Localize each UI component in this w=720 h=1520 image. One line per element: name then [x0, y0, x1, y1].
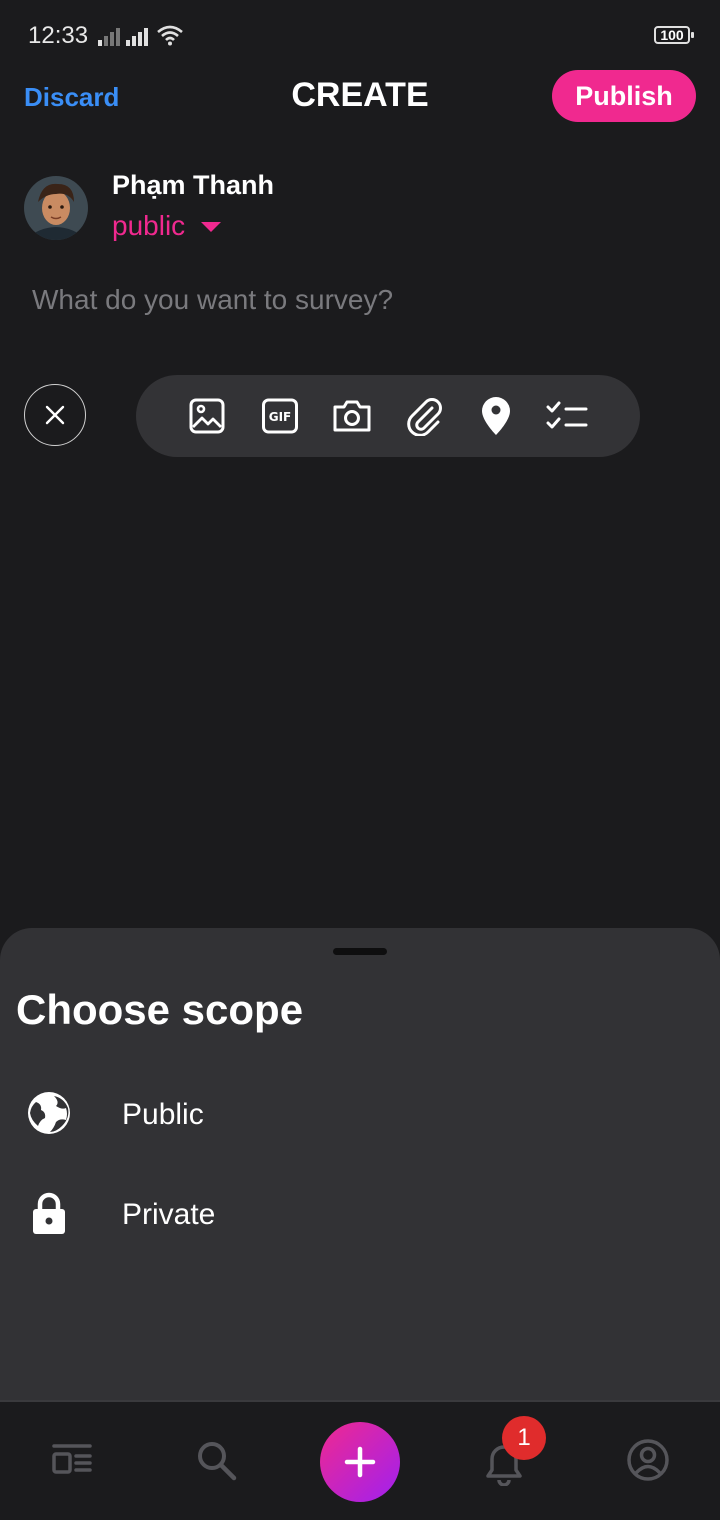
image-button[interactable]	[186, 395, 228, 437]
attachment-button[interactable]	[403, 395, 445, 437]
nav-feed[interactable]	[50, 1438, 94, 1482]
search-icon	[198, 1442, 237, 1481]
gif-icon: GIF	[262, 398, 298, 434]
survey-input[interactable]: What do you want to survey?	[32, 284, 672, 316]
add-icon	[344, 1446, 376, 1478]
sheet-title: Choose scope	[16, 986, 304, 1033]
image-icon	[189, 398, 225, 434]
scope-value: public	[112, 210, 186, 241]
feed-icon	[52, 1444, 92, 1474]
scope-option-public[interactable]: Public	[0, 1066, 720, 1156]
battery-icon: 100	[654, 26, 694, 44]
battery-level: 100	[660, 27, 684, 43]
status-bar: 12:33 100	[0, 0, 720, 72]
scope-option-private[interactable]: Private	[0, 1166, 720, 1256]
cell-signal-icon	[126, 28, 148, 46]
scope-option-label: Private	[122, 1198, 216, 1231]
checklist-icon	[546, 401, 588, 429]
notification-badge: 1	[502, 1416, 546, 1460]
attachment-icon	[407, 398, 442, 436]
globe-icon	[28, 1092, 70, 1134]
scope-dropdown[interactable]: public	[112, 210, 222, 242]
wifi-icon	[157, 25, 183, 46]
attachment-toolbar: GIF	[136, 375, 640, 457]
profile-icon	[627, 1439, 669, 1481]
close-button[interactable]	[24, 384, 86, 446]
close-icon	[45, 405, 65, 425]
location-icon	[482, 397, 510, 435]
caret-down-icon	[201, 222, 222, 232]
sheet-drag-handle[interactable]	[333, 948, 387, 955]
user-name: Phạm Thanh	[112, 170, 275, 200]
lock-icon	[33, 1192, 65, 1234]
nav-create-button[interactable]	[320, 1422, 400, 1502]
checklist-button[interactable]	[546, 395, 588, 437]
location-button[interactable]	[475, 395, 517, 437]
svg-text:GIF: GIF	[269, 410, 292, 424]
publish-button[interactable]: Publish	[552, 70, 696, 122]
scope-bottom-sheet: Choose scope Public Private	[0, 928, 720, 1400]
cell-signal-icon	[98, 28, 120, 46]
nav-search[interactable]	[194, 1438, 238, 1482]
avatar-image	[24, 176, 88, 240]
nav-profile[interactable]	[626, 1438, 670, 1482]
avatar[interactable]	[24, 176, 88, 240]
gif-button[interactable]: GIF	[259, 395, 301, 437]
status-time: 12:33	[28, 22, 89, 49]
scope-option-label: Public	[122, 1098, 204, 1131]
camera-icon	[333, 400, 371, 432]
bottom-navigation: 1	[0, 1400, 720, 1520]
discard-button[interactable]: Discard	[24, 82, 119, 113]
camera-button[interactable]	[331, 395, 373, 437]
